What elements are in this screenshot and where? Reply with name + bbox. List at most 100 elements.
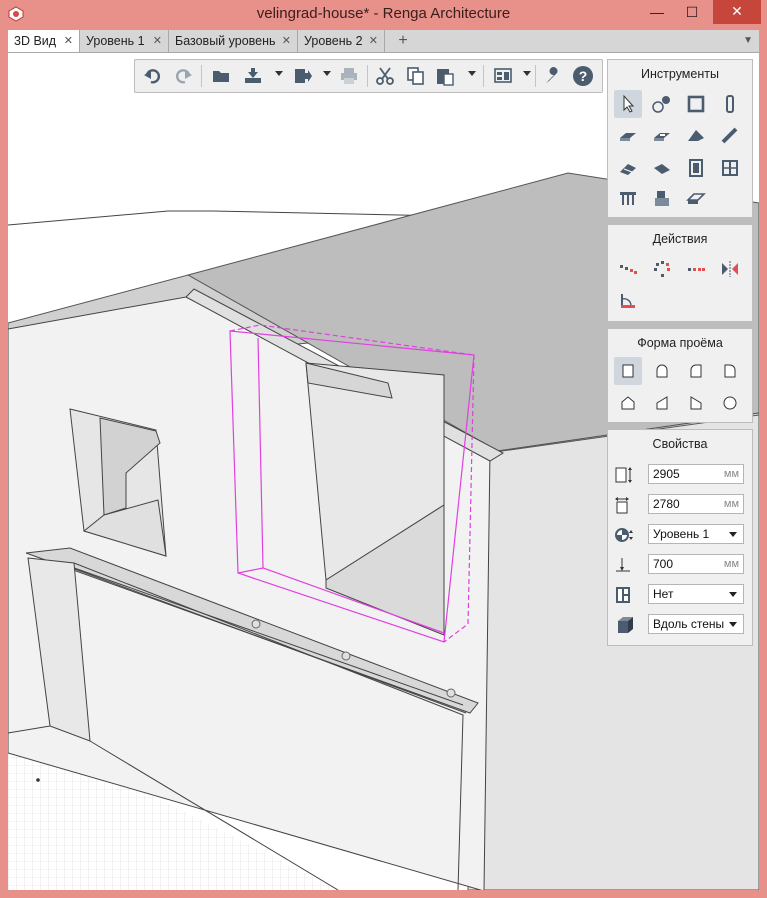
- placement-property: Вдоль стены: [614, 614, 746, 636]
- tab-close-icon[interactable]: ✕: [64, 30, 73, 52]
- export-icon[interactable]: [293, 66, 313, 86]
- tab-label: Уровень 1: [86, 34, 145, 48]
- rotate-action[interactable]: [648, 255, 676, 283]
- beam-tool[interactable]: [716, 122, 744, 150]
- panel-title: Форма проёма: [637, 336, 723, 350]
- equipment-tool[interactable]: [648, 184, 676, 212]
- opening-icon: [654, 133, 670, 141]
- view-layout-icon[interactable]: [493, 66, 513, 86]
- shape-arch[interactable]: [648, 357, 676, 385]
- move-action[interactable]: [614, 255, 642, 283]
- height-icon: [615, 467, 632, 483]
- cut-icon[interactable]: [375, 66, 395, 86]
- roof-tool[interactable]: [682, 122, 710, 150]
- chevron-down-icon: [729, 532, 737, 537]
- title-bar: velingrad-house* - Renga Architecture — …: [0, 0, 767, 30]
- shape-slope-left[interactable]: [682, 389, 710, 417]
- offset-property: 700 мм: [614, 554, 746, 576]
- railing-tool[interactable]: [614, 184, 642, 212]
- rectangle-shape-icon: [622, 364, 634, 378]
- actions-panel: Действия: [607, 224, 753, 322]
- placement-icon: [618, 617, 633, 633]
- redo-icon[interactable]: [173, 66, 193, 86]
- shape-rounded-right[interactable]: [716, 357, 744, 385]
- add-tab-button[interactable]: +: [393, 30, 413, 52]
- door-tool[interactable]: [682, 154, 710, 182]
- height-property: 2905 мм: [614, 464, 746, 486]
- select-tool[interactable]: [614, 90, 642, 118]
- shapes-icon: [652, 96, 670, 113]
- fill-select[interactable]: Нет: [648, 584, 744, 604]
- mirror-icon: [722, 261, 738, 277]
- mirror-action[interactable]: [716, 255, 744, 283]
- copy-icon[interactable]: [405, 66, 425, 86]
- tab-close-icon[interactable]: ✕: [282, 30, 291, 52]
- print-icon[interactable]: [339, 66, 359, 86]
- slope-left-shape-icon: [690, 396, 702, 410]
- column-tool[interactable]: [716, 90, 744, 118]
- tab-3d-view[interactable]: 3D Вид ✕: [8, 30, 80, 52]
- width-icon: [615, 497, 629, 514]
- opening-tool[interactable]: [648, 122, 676, 150]
- shape-circle[interactable]: [716, 389, 744, 417]
- offset-input[interactable]: 700 мм: [648, 554, 744, 574]
- shape-rectangle[interactable]: [614, 357, 642, 385]
- beam-icon: [721, 127, 738, 144]
- paste-dropdown-arrow[interactable]: [468, 71, 476, 76]
- cursor-icon: [623, 94, 635, 113]
- placement-select[interactable]: Вдоль стены: [648, 614, 744, 634]
- window-tool[interactable]: [716, 154, 744, 182]
- tab-base-level[interactable]: Базовый уровень ✕: [169, 30, 298, 52]
- tab-level-1[interactable]: Уровень 1 ✕: [80, 30, 169, 52]
- slab-tool[interactable]: [614, 122, 642, 150]
- tab-close-icon[interactable]: ✕: [369, 30, 378, 52]
- settings-wrench-icon[interactable]: [543, 66, 563, 86]
- offset-value: 700: [653, 557, 674, 571]
- width-property: 2780 мм: [614, 494, 746, 516]
- unit-label: мм: [723, 498, 739, 510]
- width-input[interactable]: 2780 мм: [648, 494, 744, 514]
- 3d-viewport[interactable]: ? Инструменты Действия Форма проёма Свой…: [8, 53, 759, 890]
- slope-right-shape-icon: [656, 396, 668, 410]
- height-input[interactable]: 2905 мм: [648, 464, 744, 484]
- door-icon: [689, 159, 703, 177]
- document-tabs: 3D Вид ✕ Уровень 1 ✕ Базовый уровень ✕ У…: [8, 30, 759, 53]
- maximize-button[interactable]: ☐: [675, 0, 709, 24]
- level-select[interactable]: Уровень 1: [648, 524, 744, 544]
- unit-label: мм: [723, 468, 739, 480]
- height-value: 2905: [653, 467, 680, 481]
- toolbar-divider: [367, 65, 368, 87]
- move-icon: [620, 265, 637, 274]
- wall-tool[interactable]: [682, 90, 710, 118]
- align-action[interactable]: [614, 287, 642, 315]
- array-icon: [688, 268, 705, 271]
- copy-array-action[interactable]: [682, 255, 710, 283]
- toolbar-divider: [483, 65, 484, 87]
- shape-gable[interactable]: [614, 389, 642, 417]
- paste-icon[interactable]: [435, 66, 455, 86]
- ramp-tool[interactable]: [648, 154, 676, 182]
- annotation-tool[interactable]: [648, 90, 676, 118]
- window-icon: [722, 160, 738, 176]
- level-property: Уровень 1: [614, 524, 746, 546]
- help-icon[interactable]: ?: [573, 66, 593, 86]
- toolbar-divider: [201, 65, 202, 87]
- fill-property: Нет: [614, 584, 746, 606]
- unit-label: мм: [723, 558, 739, 570]
- wall-icon: [687, 95, 705, 113]
- import-icon[interactable]: [243, 66, 263, 86]
- stair-tool[interactable]: [614, 154, 642, 182]
- tab-close-icon[interactable]: ✕: [153, 30, 162, 52]
- tab-list-dropdown[interactable]: ▼: [743, 30, 753, 52]
- export-dropdown-arrow[interactable]: [323, 71, 331, 76]
- open-folder-icon[interactable]: [211, 66, 231, 86]
- shape-slope-right[interactable]: [648, 389, 676, 417]
- element-tool[interactable]: [682, 184, 710, 212]
- minimize-button[interactable]: —: [640, 0, 674, 24]
- undo-icon[interactable]: [143, 66, 163, 86]
- close-button[interactable]: ✕: [713, 0, 761, 24]
- tab-level-2[interactable]: Уровень 2 ✕: [298, 30, 385, 52]
- shape-rounded-left[interactable]: [682, 357, 710, 385]
- view-dropdown-arrow[interactable]: [523, 71, 531, 76]
- import-dropdown-arrow[interactable]: [275, 71, 283, 76]
